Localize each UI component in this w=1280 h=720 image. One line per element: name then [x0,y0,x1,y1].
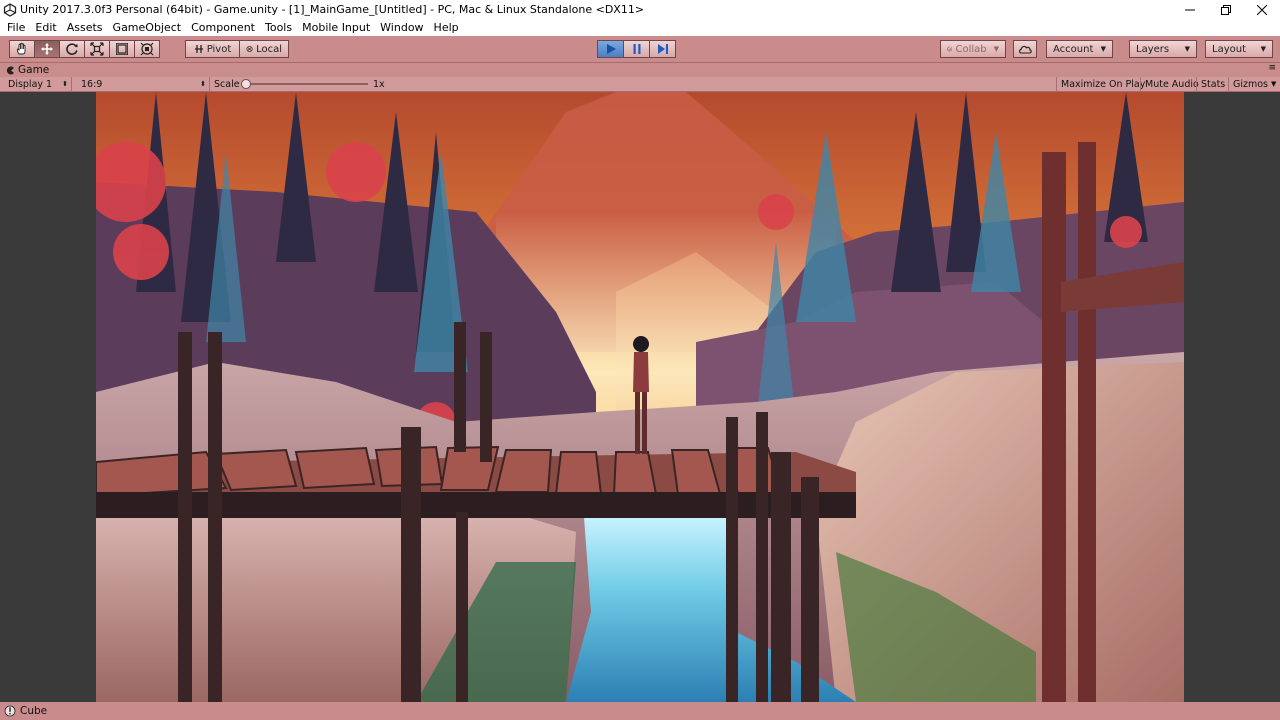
aspect-label: 16:9 [81,78,103,90]
gizmos-dropdown-icon: ▼ [1271,80,1277,88]
menu-file[interactable]: File [2,19,30,36]
tab-game-label: Game [18,64,50,76]
local-toggle[interactable]: Local [239,40,289,58]
move-tool-button[interactable] [34,40,60,58]
hand-tool-button[interactable] [9,40,35,58]
game-view-controls: Display 1 ⬍ 16:9 ⬍ Scale 1x Maximize On … [0,77,1280,92]
transform-icon [140,42,154,56]
layers-label: Layers [1136,43,1170,55]
info-icon [4,705,16,717]
game-viewport[interactable] [0,92,1280,702]
status-bar: Cube [0,702,1280,720]
collab-icon [947,46,953,52]
step-button[interactable] [649,40,676,58]
transform-tools [9,40,160,58]
layout-group: Layout ▼ [1205,40,1273,58]
rotate-tool-button[interactable] [59,40,85,58]
local-label: Local [256,43,282,55]
minimize-icon[interactable] [1172,0,1208,19]
account-group: Account ▼ [1046,40,1113,58]
game-render[interactable] [96,92,1184,702]
stats-toggle[interactable]: Stats [1196,77,1229,91]
pivot-toggle[interactable]: Pivot [185,40,240,58]
playback-controls [597,40,676,58]
window-title: Unity 2017.3.0f3 Personal (64bit) - Game… [20,3,645,16]
cloud-button[interactable] [1013,40,1037,58]
scale-slider-handle[interactable] [241,79,251,89]
gizmos-label: Gizmos [1233,78,1269,90]
layers-dropdown-icon: ▼ [1184,45,1190,53]
game-panel-header: Game ≡ [0,63,1280,77]
layers-dropdown[interactable]: Layers ▼ [1129,40,1197,58]
gizmos-dropdown[interactable]: Gizmos ▼ [1228,77,1280,91]
layout-dropdown[interactable]: Layout ▼ [1205,40,1273,58]
window-title-bar: Unity 2017.3.0f3 Personal (64bit) - Game… [0,0,1280,19]
pivot-handle-group: Pivot Local [185,40,289,58]
move-icon [41,43,53,55]
scale-slider-track[interactable] [244,83,368,85]
pause-button[interactable] [623,40,650,58]
hand-icon [16,42,26,55]
cloud-icon [1019,45,1032,54]
collab-button[interactable]: Collab ▼ [940,40,1006,58]
display-label: Display 1 [8,78,53,90]
aspect-dropdown[interactable]: 16:9 ⬍ [76,77,210,91]
maximize-on-play-toggle[interactable]: Maximize On Play [1056,77,1149,91]
collab-label: Collab [955,43,987,55]
unity-logo-icon [3,2,17,17]
menu-gameobject[interactable]: GameObject [108,19,187,36]
menu-help[interactable]: Help [429,19,464,36]
status-message[interactable]: Cube [20,705,47,717]
pause-icon [633,44,640,54]
rect-tool-icon [116,43,128,55]
close-icon[interactable] [1244,0,1280,19]
pivot-label: Pivot [206,43,232,55]
pivot-icon [194,45,203,53]
transform-tool-button[interactable] [134,40,160,58]
account-dropdown[interactable]: Account ▼ [1046,40,1113,58]
layout-dropdown-icon: ▼ [1260,45,1266,53]
display-dropdown[interactable]: Display 1 ⬍ [0,77,72,91]
menu-edit[interactable]: Edit [30,19,61,36]
rect-tool-button[interactable] [109,40,135,58]
layout-label: Layout [1212,43,1246,55]
menu-component[interactable]: Component [186,19,260,36]
scale-value: 1x [373,78,385,90]
menu-window[interactable]: Window [375,19,428,36]
menu-mobile-input[interactable]: Mobile Input [297,19,375,36]
restore-icon[interactable] [1208,0,1244,19]
scale-tool-button[interactable] [84,40,110,58]
local-icon [246,45,253,53]
rotate-icon [66,43,78,55]
panel-menu-icon[interactable]: ≡ [1268,63,1276,73]
scale-icon [90,42,104,56]
scale-label: Scale [214,78,240,90]
layers-group: Layers ▼ [1129,40,1197,58]
menu-bar: File Edit Assets GameObject Component To… [0,19,1280,36]
tab-game[interactable]: Game [2,63,55,77]
account-label: Account [1053,43,1094,55]
cloud-group [1013,40,1037,58]
display-dropdown-icon: ⬍ [62,80,68,88]
play-button[interactable] [597,40,624,58]
menu-assets[interactable]: Assets [62,19,108,36]
main-toolbar: Pivot Local Collab ▼ Account ▼ Layers ▼ … [0,36,1280,63]
menu-tools[interactable]: Tools [260,19,297,36]
game-tab-icon [6,66,14,74]
services-group: Collab ▼ [940,40,1006,58]
play-icon [606,44,616,54]
aspect-dropdown-icon: ⬍ [200,80,206,88]
account-dropdown-icon: ▼ [1100,45,1106,53]
collab-dropdown-icon: ▼ [993,45,999,53]
mute-audio-toggle[interactable]: Mute Audio [1140,77,1203,91]
step-icon [657,44,668,54]
